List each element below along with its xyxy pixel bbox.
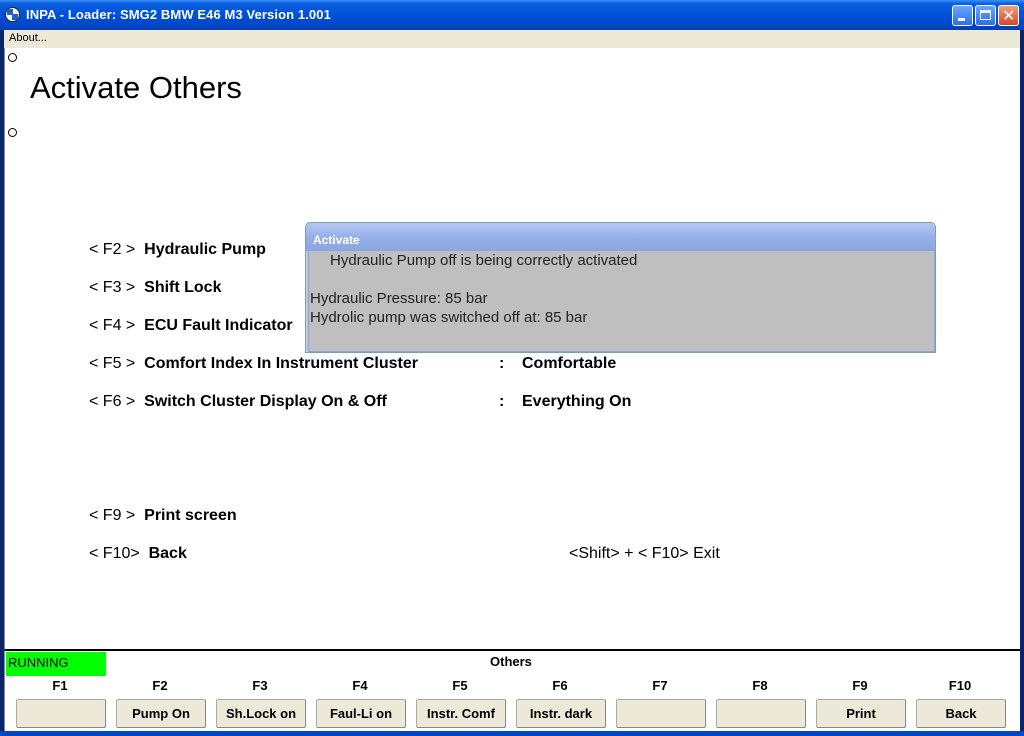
f1-button[interactable] xyxy=(16,699,106,728)
status-badge: RUNNING xyxy=(6,652,106,676)
function-key-f5: < F5 > xyxy=(89,355,136,372)
function-key-f9: < F9 > xyxy=(89,507,136,524)
bmw-logo-icon[interactable] xyxy=(5,7,20,22)
row-label-shift-lock: Shift Lock xyxy=(144,279,222,296)
row-label-comfort-index: Comfort Index In Instrument Cluster xyxy=(144,355,418,372)
row-label-print-screen: Print screen xyxy=(144,507,237,524)
dialog-message: Hydraulic Pump off is being correctly ac… xyxy=(330,252,638,269)
dialog-switch-off: Hydrolic pump was switched off at: 85 ba… xyxy=(310,309,588,326)
maximize-icon xyxy=(980,10,991,20)
menu-row-f9: < F9 > Print screen xyxy=(89,507,237,525)
fkey-label-f5: F5 xyxy=(452,678,468,693)
fkey-label-f1: F1 xyxy=(52,678,68,693)
print-button[interactable]: Print xyxy=(816,699,906,728)
row-label-hydraulic-pump: Hydraulic Pump xyxy=(144,241,266,258)
page-title: Activate Others xyxy=(30,70,242,105)
fkey-label-f6: F6 xyxy=(552,678,568,693)
shift-lock-on-button[interactable]: Sh.Lock on xyxy=(216,699,306,728)
menu-row-f5: < F5 > Comfort Index In Instrument Clust… xyxy=(89,355,418,373)
close-icon: ✕ xyxy=(1002,6,1016,25)
minimize-icon xyxy=(958,18,965,21)
activate-dialog: Activate Hydraulic Pump off is being cor… xyxy=(305,222,936,353)
back-button[interactable]: Back xyxy=(916,699,1006,728)
dialog-body: Hydraulic Pump off is being correctly ac… xyxy=(308,251,935,352)
row-value-cluster-display: Everything On xyxy=(522,393,632,410)
row-separator: : xyxy=(499,355,505,372)
row-separator: : xyxy=(499,393,505,410)
instr-comf-button[interactable]: Instr. Comf xyxy=(416,699,506,728)
row-value-comfort-index: Comfortable xyxy=(522,355,617,372)
f7-button[interactable] xyxy=(616,699,706,728)
menu-row-f3: < F3 > Shift Lock xyxy=(89,279,221,297)
function-key-f2: < F2 > xyxy=(89,241,136,258)
fault-light-on-button[interactable]: Faul-Li on xyxy=(316,699,406,728)
minimize-button[interactable] xyxy=(952,5,973,26)
menu-bar: About... xyxy=(4,30,1020,48)
menu-row-f2: < F2 > Hydraulic Pump xyxy=(89,241,266,259)
dialog-title-bar: Activate xyxy=(306,223,935,251)
fkey-label-f10: F10 xyxy=(948,678,972,693)
dialog-title: Activate xyxy=(313,233,360,247)
fkey-label-f4: F4 xyxy=(352,678,368,693)
fkey-label-f8: F8 xyxy=(752,678,768,693)
status-text: RUNNING xyxy=(8,655,69,670)
function-key-f6: < F6 > xyxy=(89,393,136,410)
dialog-pressure: Hydraulic Pressure: 85 bar xyxy=(310,290,488,307)
maximize-button[interactable] xyxy=(975,5,996,26)
exit-hint-text: <Shift> + < F10> Exit xyxy=(569,545,720,562)
function-key-f10: < F10> xyxy=(89,545,140,562)
close-button[interactable]: ✕ xyxy=(998,5,1019,26)
exit-hint: <Shift> + < F10> Exit xyxy=(569,545,720,563)
title-bar: INPA - Loader: SMG2 BMW E46 M3 Version 1… xyxy=(0,0,1024,30)
fkey-label-f2: F2 xyxy=(152,678,168,693)
window-title: INPA - Loader: SMG2 BMW E46 M3 Version 1… xyxy=(26,7,331,22)
fkey-label-f3: F3 xyxy=(252,678,268,693)
screen-name: Others xyxy=(490,654,532,669)
radio-button[interactable] xyxy=(8,128,17,137)
menu-row-f10: < F10> Back xyxy=(89,545,187,563)
row-label-cluster-display: Switch Cluster Display On & Off xyxy=(144,393,387,410)
fkey-label-f9: F9 xyxy=(852,678,868,693)
function-key-f4: < F4 > xyxy=(89,317,136,334)
row-label-back: Back xyxy=(148,545,187,562)
row-label-ecu-fault-indicator: ECU Fault Indicator xyxy=(144,317,293,334)
menu-row-f4: < F4 > ECU Fault Indicator xyxy=(89,317,293,335)
instr-dark-button[interactable]: Instr. dark xyxy=(516,699,606,728)
window-frame-bottom xyxy=(0,731,1024,736)
function-key-bar: RUNNING Others F1 F2 F3 F4 F5 F6 F7 F8 F… xyxy=(4,649,1020,733)
f8-button[interactable] xyxy=(716,699,806,728)
radio-button[interactable] xyxy=(8,53,17,62)
menu-about[interactable]: About... xyxy=(9,32,47,44)
fkey-label-f7: F7 xyxy=(652,678,668,693)
pump-on-button[interactable]: Pump On xyxy=(116,699,206,728)
menu-row-f6: < F6 > Switch Cluster Display On & Off xyxy=(89,393,387,411)
function-key-f3: < F3 > xyxy=(89,279,136,296)
